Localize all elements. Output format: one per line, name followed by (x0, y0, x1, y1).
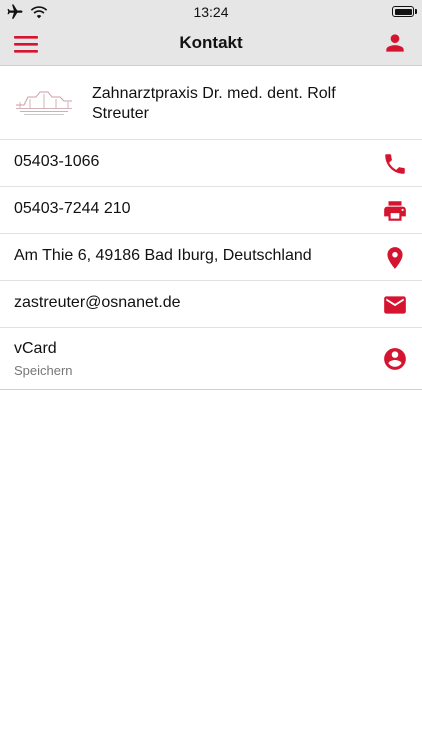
battery-tip (415, 9, 417, 14)
phone-icon[interactable] (382, 151, 408, 177)
address-text: Am Thie 6, 49186 Bad Iburg, Deutschland (14, 247, 312, 264)
contact-list: Zahnarztpraxis Dr. med. dent. Rolf Streu… (0, 66, 422, 390)
battery-icon (392, 6, 414, 17)
mail-icon[interactable] (382, 292, 408, 318)
person-icon[interactable] (382, 30, 408, 56)
battery-fill (394, 8, 412, 15)
account-circle-icon[interactable] (382, 346, 408, 372)
email-address: zastreuter@osnanet.de (14, 294, 181, 311)
fax-icon[interactable] (382, 198, 408, 224)
status-bar: 13:24 (0, 0, 422, 24)
status-time: 13:24 (193, 4, 229, 20)
practice-logo (14, 88, 76, 118)
phone-row[interactable]: 05403-1066 (0, 140, 422, 187)
page-title: Kontakt (179, 33, 243, 52)
nav-bar: Kontakt (0, 24, 422, 66)
contact-screen: 13:24 Kontakt Zahnarztpraxis Dr. med. de… (0, 0, 422, 750)
address-row[interactable]: Am Thie 6, 49186 Bad Iburg, Deutschland (0, 234, 422, 281)
vcard-subtitle: Speichern (14, 363, 73, 378)
practice-name: Zahnarztpraxis Dr. med. dent. Rolf Streu… (92, 85, 336, 122)
practice-header: Zahnarztpraxis Dr. med. dent. Rolf Streu… (0, 66, 422, 140)
fax-row[interactable]: 05403-7244 210 (0, 187, 422, 234)
vcard-title: vCard (14, 340, 57, 357)
fax-number: 05403-7244 210 (14, 200, 131, 217)
vcard-row[interactable]: vCard Speichern (0, 328, 422, 390)
location-icon[interactable] (382, 245, 408, 271)
email-row[interactable]: zastreuter@osnanet.de (0, 281, 422, 328)
phone-number: 05403-1066 (14, 153, 100, 170)
